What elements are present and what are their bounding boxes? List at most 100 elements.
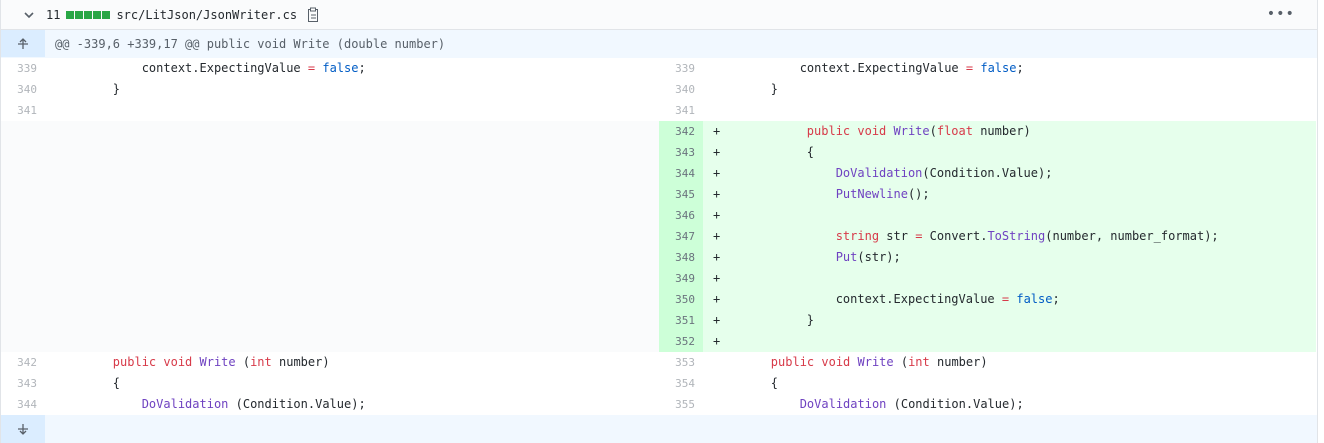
line-number[interactable]: 345 [659,184,703,205]
code-token: ToString [987,229,1046,243]
right-side: 355 DoValidation (Condition.Value); [659,394,1316,415]
code-token: DoValidation [835,166,923,180]
expand-down-icon[interactable] [1,415,45,443]
code-line: DoValidation (Condition.Value); [703,394,1316,415]
diff-row: 342 public void Write (int number) 353 pu… [1,352,1317,373]
line-number[interactable]: 351 [659,310,703,331]
diff-row: 343 {354 { [1,373,1317,394]
diffstat-bar [75,10,84,19]
code-line: public void Write(float number) [729,121,1316,142]
file-path[interactable]: src/LitJson/JsonWriter.cs [116,8,297,22]
addition-marker: + [703,226,729,247]
code-token: (str); [857,250,901,264]
diff-rows: 339 context.ExpectingValue = false; 339 c… [1,58,1317,415]
code-token: int [908,355,930,369]
code-token: context.ExpectingValue [799,61,966,75]
hunk-label: @@ -339,6 +339,17 @@ public void Write (… [55,36,446,51]
line-number[interactable]: 343 [1,373,45,394]
code-line: context.ExpectingValue = false; [45,58,659,79]
diffstat-bar [102,10,111,19]
line-number[interactable]: 348 [659,247,703,268]
line-number[interactable]: 344 [1,394,45,415]
code-token: Convert. [922,229,988,243]
line-number[interactable]: 354 [659,373,703,394]
diffstat-bar [93,10,102,19]
code-token: ( [929,124,937,138]
line-number[interactable]: 340 [1,79,45,100]
addition-marker: + [703,331,729,352]
code-token: DoValidation [799,397,887,411]
line-number[interactable]: 343 [659,142,703,163]
diff-row: 341 341 [1,100,1317,121]
line-number[interactable]: 342 [659,121,703,142]
code-token: str [879,229,916,243]
line-number[interactable]: 339 [659,58,703,79]
line-number[interactable]: 341 [659,100,703,121]
diff-row-added: 352 + [1,331,1317,352]
right-side: 344 + DoValidation(Condition.Value); [659,163,1316,184]
line-number[interactable]: 342 [1,352,45,373]
code-token: ; [358,61,366,75]
clipboard-icon[interactable] [306,7,322,23]
addition-marker: + [703,310,729,331]
left-side-empty [1,331,659,352]
diff-row-added: 350 + context.ExpectingValue = false; [1,289,1317,310]
right-side: 342 + public void Write(float number) [659,121,1316,142]
line-number[interactable]: 349 [659,268,703,289]
code-token: context.ExpectingValue [835,292,1002,306]
code-token: number) [929,355,988,369]
expand-up-icon[interactable] [1,30,45,57]
right-side: 350 + context.ExpectingValue = false; [659,289,1316,310]
line-number[interactable]: 353 [659,352,703,373]
code-token: (Condition.Value); [886,397,1024,411]
code-token: public void [806,124,894,138]
code-token: false [1016,292,1053,306]
left-side: 342 public void Write (int number) [1,352,659,373]
line-number[interactable]: 355 [659,394,703,415]
diff-row-added: 344 + DoValidation(Condition.Value); [1,163,1317,184]
right-side: 345 + PutNewline(); [659,184,1316,205]
right-side: 354 { [659,373,1316,394]
addition-marker: + [703,205,729,226]
line-number[interactable]: 344 [659,163,703,184]
code-line: } [703,79,1316,100]
chevron-down-icon[interactable] [21,7,37,23]
line-number[interactable]: 340 [659,79,703,100]
code-token: number) [271,355,330,369]
diff-row-added: 347 + string str = Convert.ToString(numbe… [1,226,1317,247]
diffstat-bars [66,10,111,19]
left-side: 339 context.ExpectingValue = false; [1,58,659,79]
right-side: 341 [659,100,1316,121]
line-number[interactable]: 346 [659,205,703,226]
code-token: string [835,229,880,243]
code-token: false [322,61,359,75]
code-token: Write [893,124,930,138]
code-token: (Condition.Value); [228,397,366,411]
line-number[interactable]: 350 [659,289,703,310]
diff-row-added: 343 + { [1,142,1317,163]
left-side: 340 } [1,79,659,100]
diff-row-added: 345 + PutNewline(); [1,184,1317,205]
left-side: 344 DoValidation (Condition.Value); [1,394,659,415]
code-token: } [806,313,815,327]
code-line [729,268,1316,289]
more-options-icon[interactable]: ••• [1267,6,1295,22]
code-token: PutNewline [835,187,908,201]
diffstat-bar [84,10,93,19]
code-line [729,331,1316,352]
diff-row: 344 DoValidation (Condition.Value); 355 D… [1,394,1317,415]
line-number[interactable]: 341 [1,100,45,121]
line-number[interactable]: 352 [659,331,703,352]
code-line: context.ExpectingValue = false; [703,58,1316,79]
code-token: int [250,355,272,369]
line-number[interactable]: 347 [659,226,703,247]
left-side-empty [1,142,659,163]
change-count: 11 [46,7,61,22]
hunk-footer [1,415,1317,443]
code-line: DoValidation (Condition.Value); [45,394,659,415]
line-number[interactable]: 339 [1,58,45,79]
addition-marker: + [703,142,729,163]
diffstat-bar [66,10,75,19]
code-token: Write [199,355,236,369]
